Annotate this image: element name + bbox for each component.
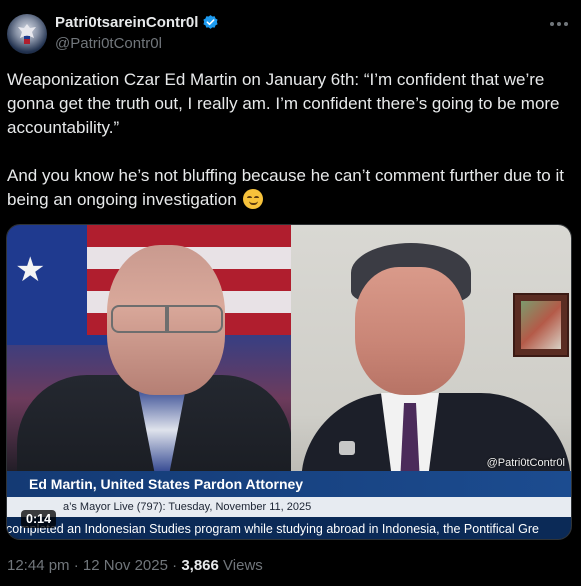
lapel-pin-icon [339,441,355,455]
eagle-avatar-icon [18,24,36,44]
video-player[interactable]: ★ @Patri0tContr0l Ed Martin, United Stat… [6,224,572,540]
views-label: Views [223,557,263,574]
info-bar-text: a’s Mayor Live (797): Tuesday, November … [63,501,312,513]
author-display-name[interactable]: Patri0tsareinContr0l [55,14,198,31]
verified-badge-icon [203,15,218,29]
guest-left-glasses [111,305,223,333]
news-ticker: completed an Indonesian Studies program … [7,517,571,539]
lower-third-name: Ed Martin, United States Pardon Attorney [29,476,304,492]
tweet-meta: 12:44 pm · 12 Nov 2025 · 3,866 Views [7,557,263,574]
tweet-text: Weaponization Czar Ed Martin on January … [7,68,577,212]
news-ticker-text: completed an Indonesian Studies program … [7,522,539,536]
meta-separator: · [172,557,178,574]
tweet-header: Patri0tsareinContr0l @Patri0tContr0l [0,0,581,62]
tweet-date[interactable]: 12 Nov 2025 [83,557,168,574]
wall-picture-frame [513,293,569,357]
video-watermark: @Patri0tContr0l [486,457,565,469]
tweet-paragraph-2: And you know he’s not bluffing because h… [7,164,577,212]
flag-stripe [87,225,291,247]
video-timestamp: 0:14 [21,510,57,528]
author-avatar[interactable] [7,14,47,54]
lower-third-banner: Ed Martin, United States Pardon Attorney [7,471,571,497]
flag-star-icon: ★ [15,251,46,289]
tweet-paragraph-2-text: And you know he’s not bluffing because h… [7,166,564,209]
views-count: 3,866 [181,557,219,574]
author-handle[interactable]: @Patri0tContr0l [55,35,162,52]
meta-separator: · [73,557,79,574]
tweet-paragraph-1: Weaponization Czar Ed Martin on January … [7,70,560,137]
info-bar: a’s Mayor Live (797): Tuesday, November … [7,497,571,517]
more-options-icon[interactable] [547,14,571,34]
tweet-time[interactable]: 12:44 pm [7,557,70,574]
relieved-face-emoji-icon [243,189,264,209]
guest-right-head [355,267,465,395]
